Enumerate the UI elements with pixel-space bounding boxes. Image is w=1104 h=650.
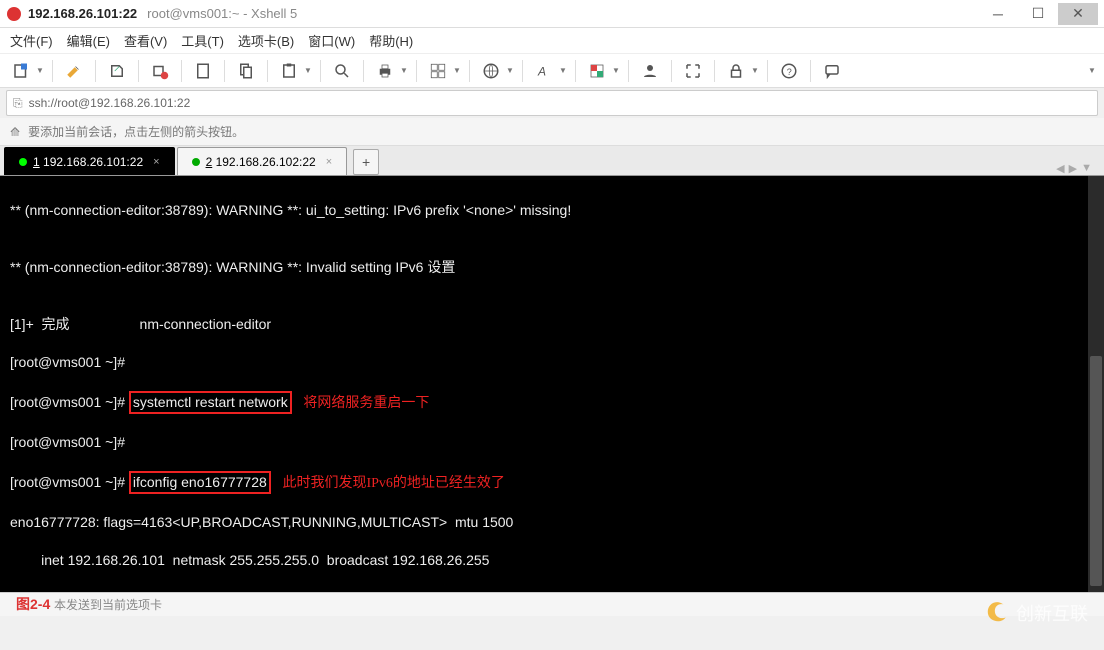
terminal-line: [root@vms001 ~]# systemctl restart netwo… [10,391,1094,414]
new-session-icon[interactable] [8,58,34,84]
globe-icon[interactable] [478,58,504,84]
dropdown-icon[interactable]: ▼ [304,66,312,75]
menu-tabs[interactable]: 选项卡(B) [238,31,294,50]
hint-arrow-icon[interactable]: ⟰ [10,125,20,139]
paste-icon[interactable] [276,58,302,84]
dropdown-icon[interactable]: ▼ [506,66,514,75]
properties-icon[interactable] [190,58,216,84]
tab-next-icon[interactable]: ▶ [1069,162,1077,175]
address-text: ssh://root@192.168.26.101:22 [29,96,191,110]
reconnect-icon[interactable] [104,58,130,84]
terminal-line: [1]+ 完成 nm-connection-editor [10,315,1094,334]
svg-text:A: A [537,64,546,78]
statusbar: 图2-4 本发送到当前选项卡 [0,592,1104,616]
copy-icon[interactable] [233,58,259,84]
hint-text: 要添加当前会话，点击左侧的箭头按钮。 [28,123,244,140]
dropdown-icon[interactable]: ▼ [559,66,567,75]
highlighted-command: systemctl restart network [129,391,292,414]
highlighted-command: ifconfig eno16777728 [129,471,271,494]
menu-window[interactable]: 窗口(W) [308,31,355,50]
fullscreen-icon[interactable] [680,58,706,84]
edit-icon[interactable] [61,58,87,84]
layout-icon[interactable] [425,58,451,84]
disconnect-icon[interactable] [147,58,173,84]
terminal-line: [root@vms001 ~]# [10,433,1094,452]
annotation-text: 此时我们发现IPv6的地址已经生效了 [282,476,504,491]
dropdown-icon[interactable]: ▼ [36,66,44,75]
maximize-button[interactable]: ☐ [1018,3,1058,25]
terminal-line: inet 192.168.26.101 netmask 255.255.255.… [10,551,1094,570]
color-icon[interactable] [584,58,610,84]
terminal-line: [root@vms001 ~]# [10,353,1094,372]
menu-file[interactable]: 文件(F) [10,31,53,50]
menu-edit[interactable]: 编辑(E) [67,31,110,50]
window-title-ip: 192.168.26.101:22 [28,6,137,21]
terminal-line: ** (nm-connection-editor:38789): WARNING… [10,258,1094,277]
print-icon[interactable] [372,58,398,84]
menubar: 文件(F) 编辑(E) 查看(V) 工具(T) 选项卡(B) 窗口(W) 帮助(… [0,28,1104,54]
dropdown-icon[interactable]: ▼ [612,66,620,75]
dropdown-icon[interactable]: ▼ [751,66,759,75]
lock-icon[interactable] [723,58,749,84]
minimize-button[interactable]: ─ [978,3,1018,25]
tab-session-1[interactable]: 1 192.168.26.101:22 × [4,147,175,175]
tab-close-icon[interactable]: × [326,156,332,168]
tab-label: 192.168.26.102:22 [212,155,315,169]
addressbar[interactable]: ⎘ ssh://root@192.168.26.101:22 [6,90,1098,116]
help-icon[interactable]: ? [776,58,802,84]
tab-close-icon[interactable]: × [153,156,159,168]
find-icon[interactable] [329,58,355,84]
tabbar: 1 192.168.26.101:22 × 2 192.168.26.102:2… [0,146,1104,176]
titlebar: 192.168.26.101:22 root@vms001:~ - Xshell… [0,0,1104,28]
terminal-line: ** (nm-connection-editor:38789): WARNING… [10,201,1094,220]
terminal-line: [root@vms001 ~]# ifconfig eno16777728 此时… [10,471,1094,494]
hintbar: ⟰ 要添加当前会话，点击左侧的箭头按钮。 [0,118,1104,146]
figure-label: 图2-4 [16,594,50,614]
menu-help[interactable]: 帮助(H) [369,31,413,50]
menu-view[interactable]: 查看(V) [124,31,167,50]
status-dot-icon [192,158,200,166]
tab-session-2[interactable]: 2 192.168.26.102:22 × [177,147,348,175]
tab-prev-icon[interactable]: ◀ [1056,162,1064,175]
svg-text:?: ? [787,66,792,76]
terminal-scrollbar[interactable] [1088,176,1104,592]
status-dot-icon [19,158,27,166]
user-icon[interactable] [637,58,663,84]
tab-menu-icon[interactable]: ▼ [1081,162,1092,175]
window-title-sub: root@vms001:~ - Xshell 5 [147,6,297,21]
dropdown-icon[interactable]: ▼ [400,66,408,75]
tab-label: 192.168.26.101:22 [40,155,143,169]
font-icon[interactable]: A [531,58,557,84]
menu-tools[interactable]: 工具(T) [181,31,224,50]
scrollbar-thumb[interactable] [1090,356,1102,586]
tab-number: 1 [33,155,40,169]
terminal[interactable]: ** (nm-connection-editor:38789): WARNING… [0,176,1104,592]
status-text: 本发送到当前选项卡 [54,596,162,613]
app-icon [6,6,22,22]
link-icon: ⎘ [13,96,23,111]
add-tab-button[interactable]: + [353,149,379,175]
annotation-text: 将网络服务重启一下 [303,396,429,411]
dropdown-icon[interactable]: ▼ [453,66,461,75]
toolbar-overflow-icon[interactable]: ▼ [1088,66,1096,75]
chat-icon[interactable] [819,58,845,84]
toolbar: ▼ ▼ ▼ ▼ ▼ A ▼ ▼ ▼ ? ▼ [0,54,1104,88]
close-button[interactable]: ✕ [1058,3,1098,25]
terminal-line: eno16777728: flags=4163<UP,BROADCAST,RUN… [10,513,1094,532]
